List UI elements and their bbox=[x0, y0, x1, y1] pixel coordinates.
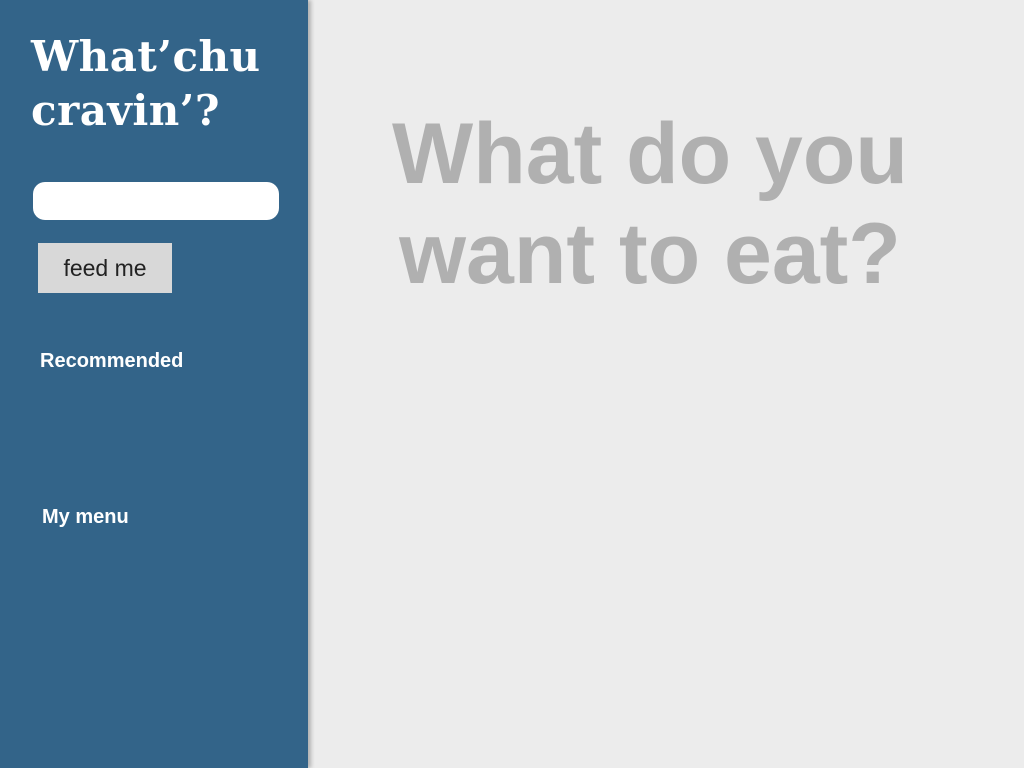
feed-me-button[interactable]: feed me bbox=[38, 243, 172, 293]
app-title: What’chu cravin’? bbox=[31, 32, 261, 135]
sidebar: What’chu cravin’? feed me Recommended My… bbox=[0, 0, 308, 768]
main-content: What do you want to eat? bbox=[308, 0, 1024, 768]
my-menu-heading: My menu bbox=[42, 506, 129, 528]
food-search-input[interactable] bbox=[33, 182, 279, 220]
food-prompt: What do you want to eat? bbox=[392, 106, 908, 302]
recommended-heading: Recommended bbox=[40, 350, 184, 372]
app: What’chu cravin’? feed me Recommended My… bbox=[0, 0, 1024, 768]
